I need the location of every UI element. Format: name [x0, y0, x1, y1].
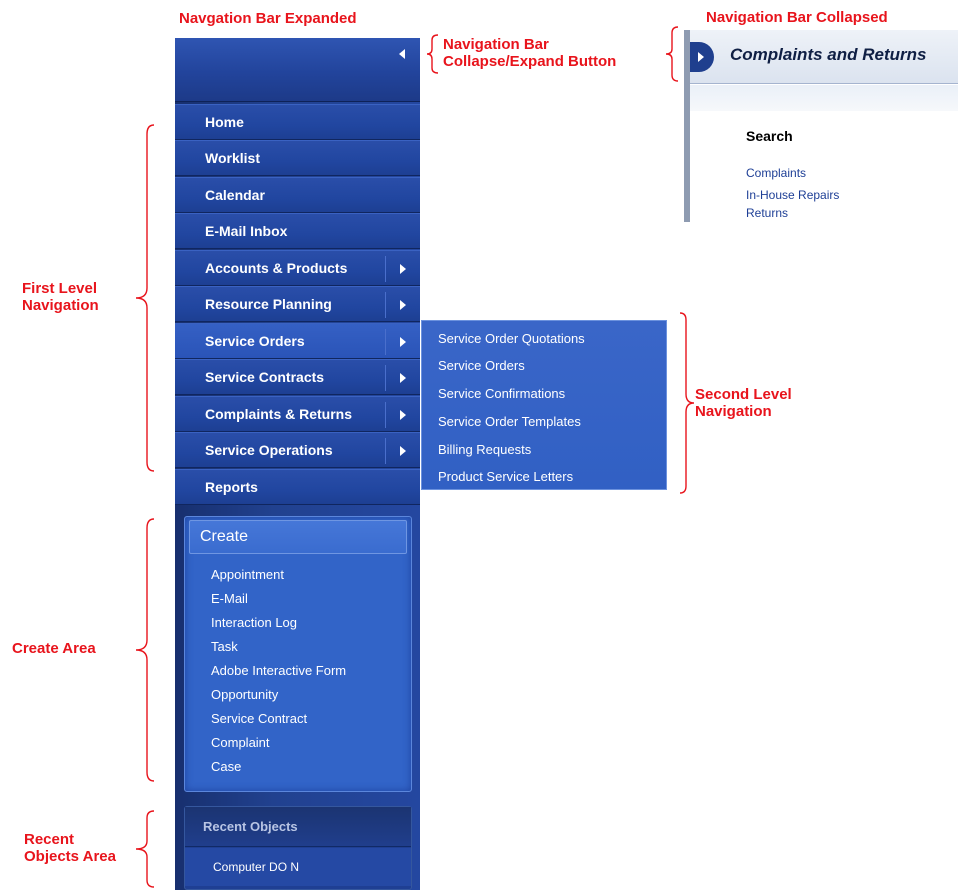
callout-collapsed: Navigation Bar Collapsed	[706, 9, 888, 26]
nav-item-service-operations[interactable]: Service Operations	[175, 432, 420, 468]
nav-item-reports[interactable]: Reports	[175, 469, 420, 505]
navigation-bar-header	[175, 38, 420, 102]
page-title: Complaints and Returns	[730, 45, 927, 64]
callout-expanded: Navgation Bar Expanded	[179, 10, 357, 27]
submenu-service-orders[interactable]: Service Orders	[438, 358, 525, 374]
create-complaint-link[interactable]: Complaint	[211, 735, 270, 751]
nav-item-label: Complaints & Returns	[205, 406, 353, 422]
submenu-arrow-icon[interactable]	[400, 373, 406, 383]
nav-item-label: Home	[205, 114, 244, 130]
nav-item-complaints-returns[interactable]: Complaints & Returns	[175, 396, 420, 432]
collapse-arrow-icon[interactable]	[395, 46, 411, 62]
navigation-bar-expanded: Home Worklist Calendar E-Mail Inbox Acco…	[175, 38, 420, 890]
submenu-arrow-icon[interactable]	[400, 410, 406, 420]
complaints-link[interactable]: Complaints	[746, 166, 806, 180]
collapsed-page-header: Complaints and Returns	[690, 30, 958, 84]
in-house-repairs-link[interactable]: In-House Repairs	[746, 188, 839, 202]
navigation-bar-collapsed-view: Complaints and Returns Search Complaints…	[684, 30, 958, 222]
submenu-service-order-quotations[interactable]: Service Order Quotations	[438, 331, 585, 347]
nav-item-calendar[interactable]: Calendar	[175, 177, 420, 213]
recent-objects-header: Recent Objects	[185, 807, 411, 847]
submenu-arrow-icon[interactable]	[400, 264, 406, 274]
nav-item-label: Calendar	[205, 187, 265, 203]
submenu-service-order-templates[interactable]: Service Order Templates	[438, 414, 581, 430]
callout-first-level: First Level Navigation	[22, 280, 99, 314]
callout-second-level: Second Level Navigation	[695, 386, 792, 420]
nav-item-label: Service Orders	[205, 333, 305, 349]
nav-item-home[interactable]: Home	[175, 104, 420, 140]
nav-item-label: Accounts & Products	[205, 260, 348, 276]
brace-collapse-button	[426, 34, 439, 74]
recent-object-item[interactable]: Computer DO N	[185, 848, 411, 886]
nav-item-divider	[385, 256, 386, 282]
create-email-link[interactable]: E-Mail	[211, 591, 248, 607]
nav-item-label: E-Mail Inbox	[205, 223, 288, 239]
submenu-service-confirmations[interactable]: Service Confirmations	[438, 386, 565, 402]
nav-item-divider	[385, 402, 386, 428]
search-heading: Search	[746, 128, 793, 144]
nav-item-worklist[interactable]: Worklist	[175, 140, 420, 176]
nav-item-service-contracts[interactable]: Service Contracts	[175, 359, 420, 395]
callout-collapse-button: Navigation Bar Collapse/Expand Button	[443, 36, 617, 70]
nav-item-service-orders[interactable]: Service Orders	[175, 323, 420, 359]
create-case-link[interactable]: Case	[211, 759, 241, 775]
create-task-link[interactable]: Task	[211, 639, 238, 655]
submenu-arrow-icon[interactable]	[400, 300, 406, 310]
nav-item-accounts-products[interactable]: Accounts & Products	[175, 250, 420, 286]
create-service-contract-link[interactable]: Service Contract	[211, 711, 307, 727]
brace-second-level	[679, 312, 695, 494]
callout-recent-area: Recent Objects Area	[24, 831, 116, 865]
nav-item-resource-planning[interactable]: Resource Planning	[175, 286, 420, 322]
nav-item-divider	[385, 438, 386, 464]
brace-collapsed-header	[665, 26, 679, 82]
nav-item-label: Reports	[205, 479, 258, 495]
create-appointment-link[interactable]: Appointment	[211, 567, 284, 583]
submenu-product-service-letters[interactable]: Product Service Letters	[438, 469, 573, 485]
create-area-header: Create	[189, 520, 407, 554]
create-adobe-interactive-form-link[interactable]: Adobe Interactive Form	[211, 663, 346, 679]
create-opportunity-link[interactable]: Opportunity	[211, 687, 278, 703]
nav-item-divider	[385, 329, 386, 355]
create-interaction-log-link[interactable]: Interaction Log	[211, 615, 297, 631]
brace-recent-area	[135, 810, 155, 888]
submenu-billing-requests[interactable]: Billing Requests	[438, 442, 531, 458]
nav-item-label: Service Operations	[205, 442, 333, 458]
nav-item-divider	[385, 365, 386, 391]
nav-item-email-inbox[interactable]: E-Mail Inbox	[175, 213, 420, 249]
expand-arrow-icon	[698, 52, 704, 62]
submenu-arrow-icon[interactable]	[400, 337, 406, 347]
returns-link[interactable]: Returns	[746, 206, 788, 220]
callout-create-area: Create Area	[12, 640, 96, 657]
expand-button[interactable]	[690, 42, 714, 72]
nav-item-label: Service Contracts	[205, 369, 325, 385]
create-area: Create Appointment E-Mail Interaction Lo…	[184, 516, 412, 792]
submenu-arrow-icon[interactable]	[400, 446, 406, 456]
nav-item-label: Resource Planning	[205, 296, 332, 312]
brace-create-area	[135, 518, 155, 782]
collapsed-toolbar	[690, 85, 958, 111]
second-level-navigation: Service Order Quotations Service Orders …	[421, 320, 667, 490]
nav-item-label: Worklist	[205, 150, 260, 166]
nav-item-divider	[385, 292, 386, 318]
brace-first-level	[135, 124, 155, 472]
recent-objects-area: Recent Objects Computer DO N	[184, 806, 412, 890]
